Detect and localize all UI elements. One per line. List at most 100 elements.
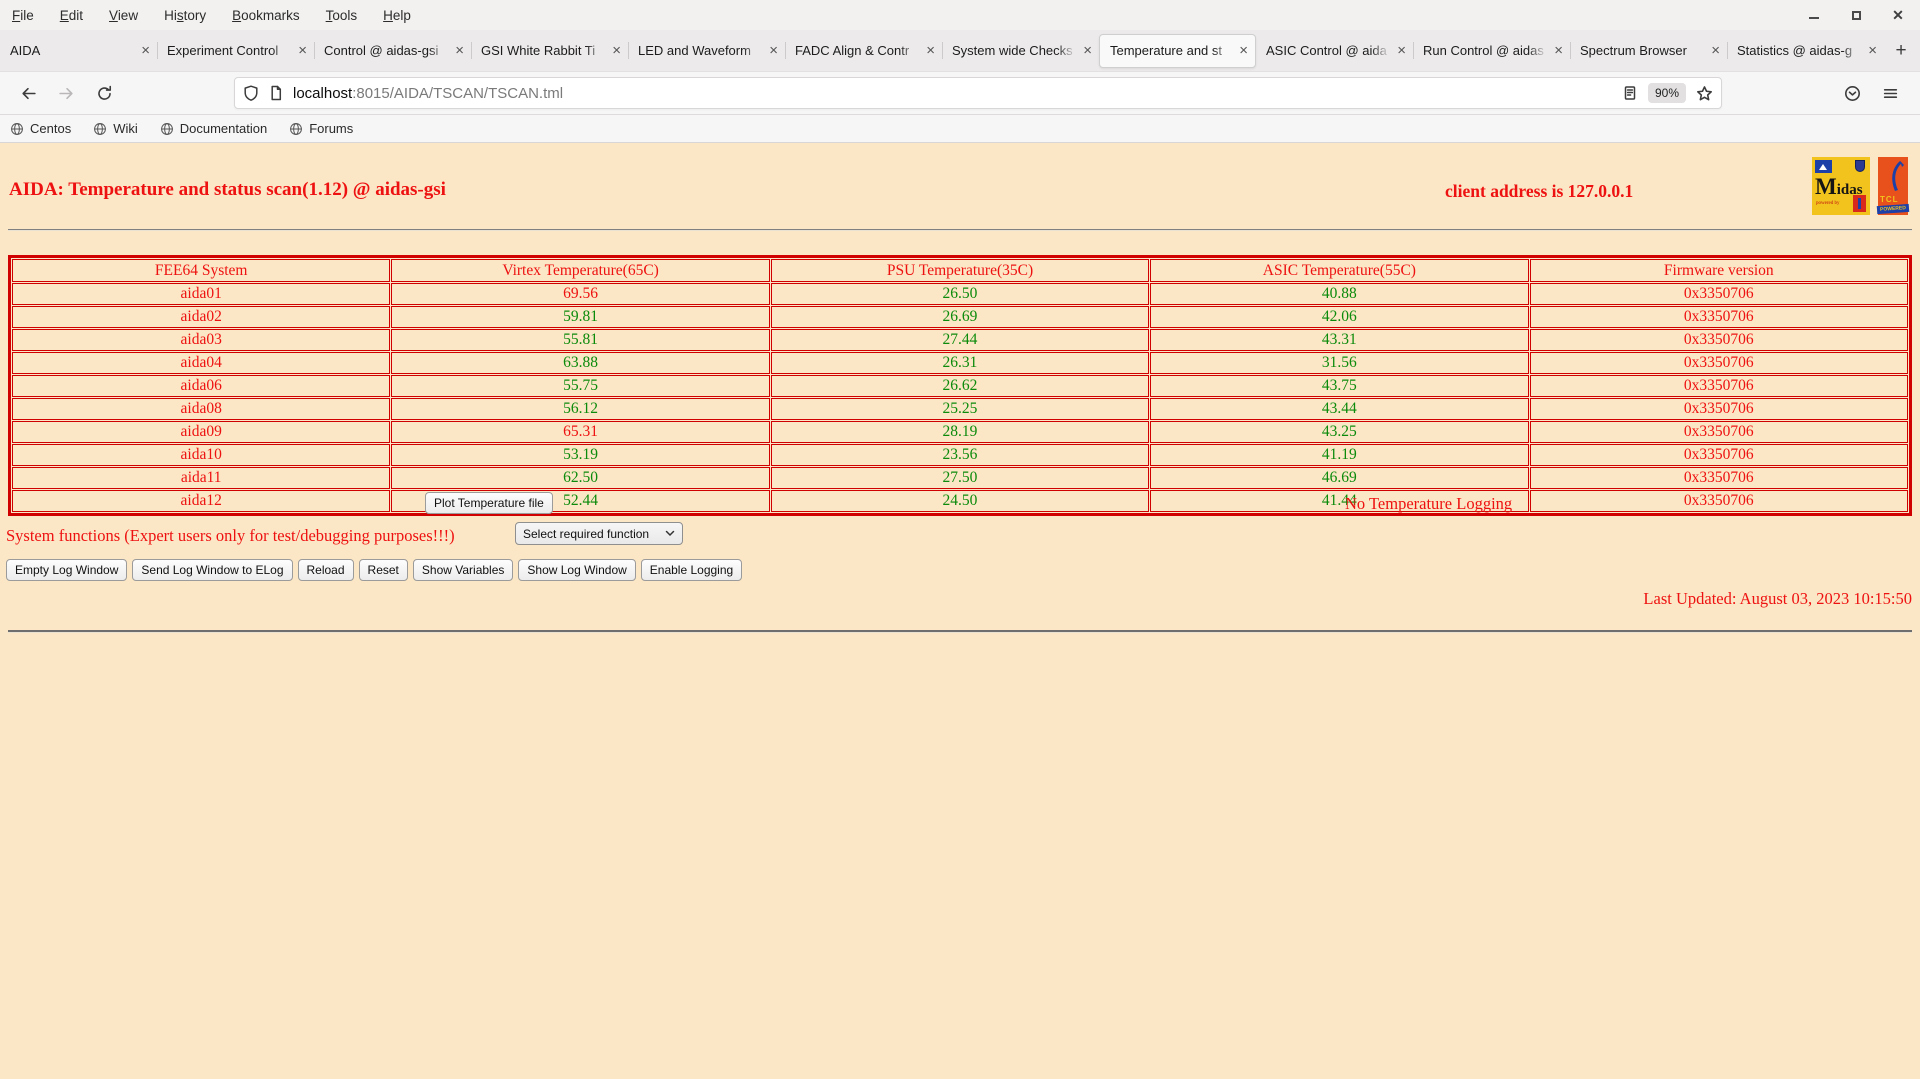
browser-tab[interactable]: System wide Checks ×	[942, 30, 1099, 71]
send-log-window-to-elog-button[interactable]: Send Log Window to ELog	[132, 559, 293, 581]
cell-firmware: 0x3350706	[1529, 490, 1908, 512]
cell-firmware: 0x3350706	[1529, 421, 1908, 443]
logos: Midas powered by TCL POWERED	[1812, 157, 1910, 215]
browser-tab[interactable]: Spectrum Browser ×	[1570, 30, 1727, 71]
cell-psu-temp: 26.69	[770, 306, 1150, 328]
tab-close-icon[interactable]: ×	[926, 43, 935, 58]
cell-system: aida09	[12, 421, 391, 443]
browser-tab[interactable]: Run Control @ aidas ×	[1413, 30, 1570, 71]
empty-log-window-button[interactable]: Empty Log Window	[6, 559, 128, 581]
browser-tab[interactable]: ASIC Control @ aida ×	[1256, 30, 1413, 71]
hamburger-menu-icon[interactable]	[1878, 81, 1902, 105]
tab-close-icon[interactable]: ×	[1711, 43, 1720, 58]
browser-tab[interactable]: Statistics @ aidas-g ×	[1727, 30, 1884, 71]
temperature-table: FEE64 System Virtex Temperature(65C) PSU T…	[8, 255, 1912, 516]
back-button[interactable]	[16, 81, 40, 105]
bookmark-label: Wiki	[113, 121, 138, 136]
tab-close-icon[interactable]: ×	[612, 43, 621, 58]
enable-logging-button[interactable]: Enable Logging	[640, 559, 743, 581]
browser-tab[interactable]: FADC Align & Contr ×	[785, 30, 942, 71]
tab-close-icon[interactable]: ×	[1868, 43, 1877, 58]
tab-close-icon[interactable]: ×	[298, 43, 307, 58]
minimize-button[interactable]	[1806, 7, 1822, 23]
browser-tab[interactable]: Experiment Control ×	[157, 30, 314, 71]
cell-system: aida08	[12, 398, 391, 420]
menu-item-edit[interactable]: Edit	[60, 8, 83, 23]
reader-mode-icon[interactable]	[1622, 85, 1638, 101]
cell-system: aida06	[12, 375, 391, 397]
menu-item-view[interactable]: View	[109, 8, 138, 23]
maximize-button[interactable]	[1848, 7, 1864, 23]
tab-close-icon[interactable]: ×	[769, 43, 778, 58]
pocket-icon[interactable]	[1840, 81, 1864, 105]
menu-item-tools[interactable]: Tools	[326, 8, 358, 23]
cell-virtex-temp: 53.19	[391, 444, 770, 466]
no-logging-status: No Temperature Logging	[1345, 494, 1513, 513]
chevron-down-icon	[665, 530, 675, 537]
shield-icon[interactable]	[243, 85, 259, 101]
reset-button[interactable]: Reset	[358, 559, 408, 581]
cell-virtex-temp: 62.50	[391, 467, 770, 489]
reload-button[interactable]: Reload	[297, 559, 354, 581]
forward-button[interactable]	[54, 81, 78, 105]
bookmark-label: Forums	[309, 121, 354, 136]
cell-system: aida02	[12, 306, 391, 328]
page-info-icon[interactable]	[268, 85, 284, 101]
table-row: aida02 59.81 26.69 42.06 0x3350706	[12, 306, 1908, 328]
menu-item-file[interactable]: File	[12, 8, 34, 23]
cell-firmware: 0x3350706	[1529, 444, 1908, 466]
table-header-cell: ASIC Temperature(55C)	[1150, 259, 1529, 282]
cell-firmware: 0x3350706	[1529, 467, 1908, 489]
browser-window: File Edit View History Bookmarks Tools Help ✕ …	[0, 0, 1920, 1079]
menu-item-bookmarks[interactable]: Bookmarks	[232, 8, 300, 23]
table-body: aida01 69.56 26.50 40.88 0x3350706 aida02 59.8…	[12, 283, 1908, 512]
new-tab-button[interactable]: +	[1884, 40, 1918, 62]
bookmark-label: Documentation	[179, 121, 268, 136]
url-bar[interactable]: localhost:8015/AIDA/TSCAN/TSCAN.tml 90%	[234, 77, 1722, 109]
tab-close-icon[interactable]: ×	[1554, 43, 1563, 58]
tab-label: AIDA	[10, 43, 41, 58]
reload-button[interactable]	[92, 81, 116, 105]
plot-temperature-button[interactable]: Plot Temperature file	[425, 492, 553, 514]
bookmark-item[interactable]: Forums	[289, 121, 353, 136]
browser-tab[interactable]: Temperature and st ×	[1099, 33, 1256, 68]
tab-label: LED and Waveform	[638, 43, 751, 58]
page-title: AIDA: Temperature and status scan(1.12) …	[9, 179, 446, 200]
cell-firmware: 0x3350706	[1529, 283, 1908, 305]
tab-close-icon[interactable]: ×	[1239, 43, 1248, 58]
tab-label: Run Control @ aidas	[1423, 43, 1544, 58]
table-row: aida12 52.44 24.50 41.44 0x3350706	[12, 490, 1908, 512]
cell-psu-temp: 28.19	[770, 421, 1150, 443]
close-button[interactable]: ✕	[1890, 7, 1906, 23]
globe-icon	[11, 122, 23, 135]
tab-close-icon[interactable]: ×	[1397, 43, 1406, 58]
browser-tab[interactable]: LED and Waveform ×	[628, 30, 785, 71]
tab-label: ASIC Control @ aida	[1266, 43, 1387, 58]
function-select[interactable]: Select required function	[515, 522, 683, 545]
tab-label: Experiment Control	[167, 43, 279, 58]
tab-close-icon[interactable]: ×	[1083, 43, 1092, 58]
table-row: aida04 63.88 26.31 31.56 0x3350706	[12, 352, 1908, 374]
cell-psu-temp: 26.62	[770, 375, 1150, 397]
table-header-cell: Virtex Temperature(65C)	[391, 259, 770, 282]
table-header-cell: PSU Temperature(35C)	[770, 259, 1150, 282]
browser-tab[interactable]: GSI White Rabbit Ti ×	[471, 30, 628, 71]
url-text[interactable]: localhost:8015/AIDA/TSCAN/TSCAN.tml	[293, 85, 1622, 102]
tab-close-icon[interactable]: ×	[455, 43, 464, 58]
bookmarks-bar: Centos Wiki Documentation Forums	[0, 115, 1920, 143]
browser-tab[interactable]: AIDA ×	[0, 30, 157, 71]
bookmark-item[interactable]: Centos	[10, 121, 71, 136]
zoom-indicator[interactable]: 90%	[1647, 83, 1686, 103]
bookmark-star-icon[interactable]	[1696, 85, 1713, 102]
show-variables-button[interactable]: Show Variables	[412, 559, 514, 581]
page-content: AIDA: Temperature and status scan(1.12) …	[0, 143, 1920, 1079]
browser-tab[interactable]: Control @ aidas-gsi ×	[314, 30, 471, 71]
tab-close-icon[interactable]: ×	[141, 43, 150, 58]
menu-item-help[interactable]: Help	[383, 8, 411, 23]
window-menubar: File Edit View History Bookmarks Tools Help ✕	[0, 0, 1920, 30]
bookmark-item[interactable]: Wiki	[93, 121, 138, 136]
bookmark-item[interactable]: Documentation	[160, 121, 267, 136]
cell-virtex-temp: 55.75	[391, 375, 770, 397]
menu-item-history[interactable]: History	[164, 8, 206, 23]
show-log-window-button[interactable]: Show Log Window	[518, 559, 636, 581]
